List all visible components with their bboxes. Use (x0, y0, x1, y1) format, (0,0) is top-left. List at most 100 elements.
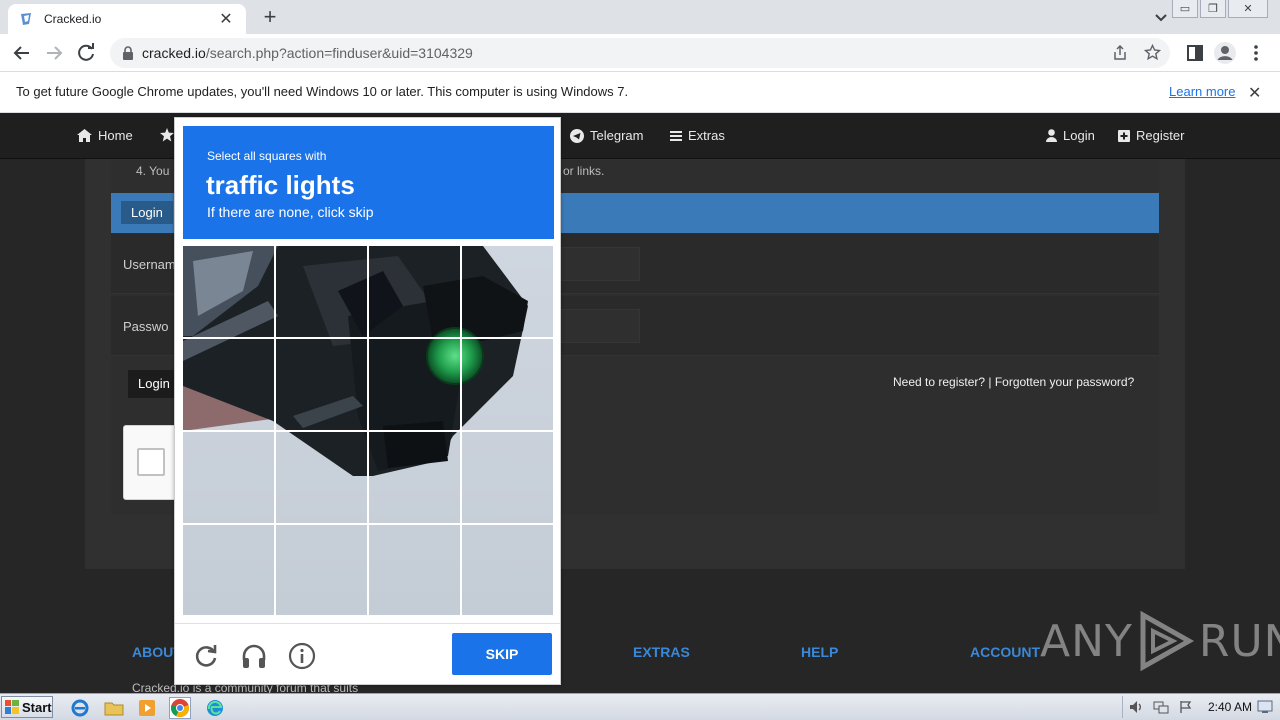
info-icon[interactable] (288, 642, 316, 670)
show-desktop-icon[interactable] (1257, 700, 1273, 714)
lock-icon[interactable] (122, 46, 134, 60)
browser-tab[interactable]: Cracked.io ✕ (8, 4, 246, 34)
chrome-taskbar-button[interactable] (169, 697, 191, 719)
username-label: Usernam (123, 257, 176, 272)
system-tray (1122, 696, 1278, 718)
captcha-tile[interactable] (276, 525, 367, 615)
new-tab-button[interactable]: + (256, 3, 284, 31)
captcha-tile[interactable] (369, 525, 460, 615)
challenge-target: traffic lights (206, 170, 355, 200)
home-icon (77, 129, 92, 142)
password-label: Passwo (123, 319, 169, 334)
watermark-text-right: RUN (1198, 615, 1280, 667)
nav-login-label: Login (1063, 128, 1095, 143)
captcha-tile[interactable] (462, 432, 553, 523)
menu-kebab-icon[interactable] (1244, 41, 1268, 65)
recaptcha-checkbox-widget (123, 425, 178, 500)
taskbar-clock[interactable]: 2:40 AM (1208, 700, 1252, 714)
site-favicon-icon (21, 13, 31, 25)
captcha-tile[interactable] (276, 339, 367, 430)
nav-register-label: Register (1136, 128, 1185, 143)
login-panel-title: Login (121, 201, 173, 224)
network-icon[interactable] (1153, 700, 1169, 714)
captcha-tile[interactable] (462, 246, 553, 337)
action-center-flag-icon[interactable] (1179, 700, 1193, 714)
captcha-tile[interactable] (369, 246, 460, 337)
footer-help-heading: HELP (801, 644, 839, 660)
password-input[interactable] (560, 309, 640, 343)
nav-register[interactable]: Register (1118, 128, 1184, 143)
infobar-close-icon[interactable]: ✕ (1248, 83, 1261, 103)
tab-title: Cracked.io (44, 12, 102, 26)
tab-close-icon[interactable]: ✕ (216, 9, 236, 29)
nav-home[interactable]: Home (77, 128, 133, 143)
nav-login[interactable]: Login (1046, 128, 1095, 143)
recaptcha-checkbox[interactable] (137, 448, 165, 476)
captcha-tile[interactable] (276, 246, 367, 337)
register-forgot-links[interactable]: Need to register? | Forgotten your passw… (893, 375, 1134, 389)
windows-taskbar: Start 2:40 AM (0, 693, 1280, 720)
share-icon[interactable] (1112, 45, 1128, 61)
hamburger-icon (670, 130, 682, 141)
learn-more-link[interactable]: Learn more (1169, 84, 1235, 99)
captcha-tile[interactable] (183, 432, 274, 523)
captcha-tile[interactable] (276, 432, 367, 523)
rules-notice-right: or links. (563, 164, 605, 178)
forward-arrow-icon[interactable] (42, 41, 66, 65)
tab-search-chevron-icon[interactable] (1150, 6, 1172, 28)
url-path: /search.php?action=finduser&uid=3104329 (205, 45, 473, 61)
captcha-tile[interactable] (369, 339, 460, 430)
username-input[interactable] (560, 247, 640, 281)
nav-telegram[interactable]: Telegram (570, 128, 643, 143)
recaptcha-challenge-dialog: Select all squares with traffic lights I… (174, 117, 561, 685)
back-arrow-icon[interactable] (10, 41, 34, 65)
minimize-button[interactable]: ▭ (1172, 0, 1198, 18)
grid-divider (183, 337, 553, 339)
windows-logo-icon (5, 700, 19, 714)
nav-telegram-label: Telegram (590, 128, 644, 143)
captcha-tile[interactable] (369, 432, 460, 523)
star-icon (160, 128, 174, 142)
nav-extras[interactable]: Extras (670, 128, 725, 143)
file-explorer-folder-icon[interactable] (103, 697, 125, 719)
infobar-message: To get future Google Chrome updates, you… (16, 84, 629, 99)
volume-icon[interactable] (1129, 700, 1145, 714)
rules-notice-left: 4. You (136, 164, 170, 178)
reload-challenge-icon[interactable] (192, 642, 220, 670)
captcha-tile[interactable] (462, 339, 553, 430)
media-player-icon[interactable] (136, 697, 158, 719)
skip-button[interactable]: SKIP (452, 633, 552, 675)
side-panel-icon[interactable] (1183, 41, 1207, 65)
profile-avatar-icon[interactable] (1213, 41, 1237, 65)
captcha-tile[interactable] (183, 246, 274, 337)
address-bar[interactable]: cracked.io/search.php?action=finduser&ui… (110, 38, 1170, 68)
internet-explorer-icon[interactable] (69, 697, 91, 719)
browser-toolbar: cracked.io/search.php?action=finduser&ui… (0, 34, 1280, 72)
captcha-tile[interactable] (462, 525, 553, 615)
close-window-button[interactable]: ✕ (1228, 0, 1268, 18)
challenge-hint: If there are none, click skip (207, 204, 374, 220)
nav-home-label: Home (98, 128, 133, 143)
challenge-header: Select all squares with traffic lights I… (183, 126, 554, 239)
challenge-footer: SKIP (175, 623, 560, 685)
url-text: cracked.io/search.php?action=finduser&ui… (142, 45, 473, 61)
restore-button[interactable]: ❐ (1200, 0, 1226, 18)
tab-strip: Cracked.io ✕ + ▭ ❐ ✕ (0, 0, 1280, 34)
user-icon (1046, 129, 1057, 142)
reload-icon[interactable] (74, 41, 98, 65)
watermark-text-left: ANY (1040, 615, 1133, 667)
edge-icon[interactable] (204, 697, 226, 719)
play-triangle-icon (1140, 611, 1194, 671)
audio-challenge-headphones-icon[interactable] (240, 642, 268, 670)
nav-extras-label: Extras (688, 128, 725, 143)
grid-divider (183, 430, 553, 432)
anyrun-watermark: ANY RUN (1040, 610, 1280, 672)
plus-square-icon (1118, 129, 1130, 142)
bookmark-star-icon[interactable] (1144, 44, 1161, 61)
url-host: cracked.io (142, 45, 206, 61)
captcha-tile[interactable] (183, 339, 274, 430)
chrome-icon (171, 699, 189, 717)
captcha-tile[interactable] (183, 525, 274, 615)
start-button[interactable]: Start (1, 696, 53, 718)
telegram-icon (570, 128, 584, 143)
